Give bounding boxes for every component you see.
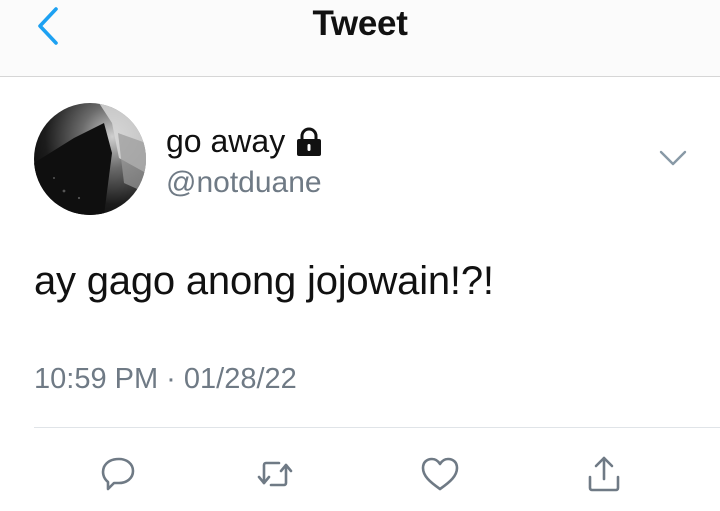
share-icon <box>586 455 622 493</box>
tweet-timestamp[interactable]: 10:59 PM · 01/28/22 <box>34 363 297 396</box>
divider <box>34 427 720 428</box>
like-button[interactable] <box>418 452 462 496</box>
page-title: Tweet <box>312 4 408 43</box>
user-handle[interactable]: @notduane <box>166 166 322 200</box>
reply-button[interactable] <box>96 452 140 496</box>
tweet-menu-button[interactable] <box>656 143 690 173</box>
retweet-icon <box>255 456 295 492</box>
reply-icon <box>100 456 136 492</box>
retweet-button[interactable] <box>253 452 297 496</box>
tweet-actions <box>0 452 720 502</box>
chevron-down-icon <box>658 149 688 167</box>
avatar[interactable] <box>34 103 146 215</box>
heart-icon <box>420 456 460 492</box>
tweet-text: ay gago anong jojowain!?! <box>34 259 494 303</box>
top-navigation-bar: Tweet <box>0 0 720 77</box>
display-name[interactable]: go away <box>166 123 285 160</box>
share-button[interactable] <box>582 452 626 496</box>
tweet-detail: go away @notduane ay gago anong jojowain… <box>0 77 720 511</box>
author-name-row: go away <box>166 123 323 160</box>
lock-icon <box>295 127 323 157</box>
